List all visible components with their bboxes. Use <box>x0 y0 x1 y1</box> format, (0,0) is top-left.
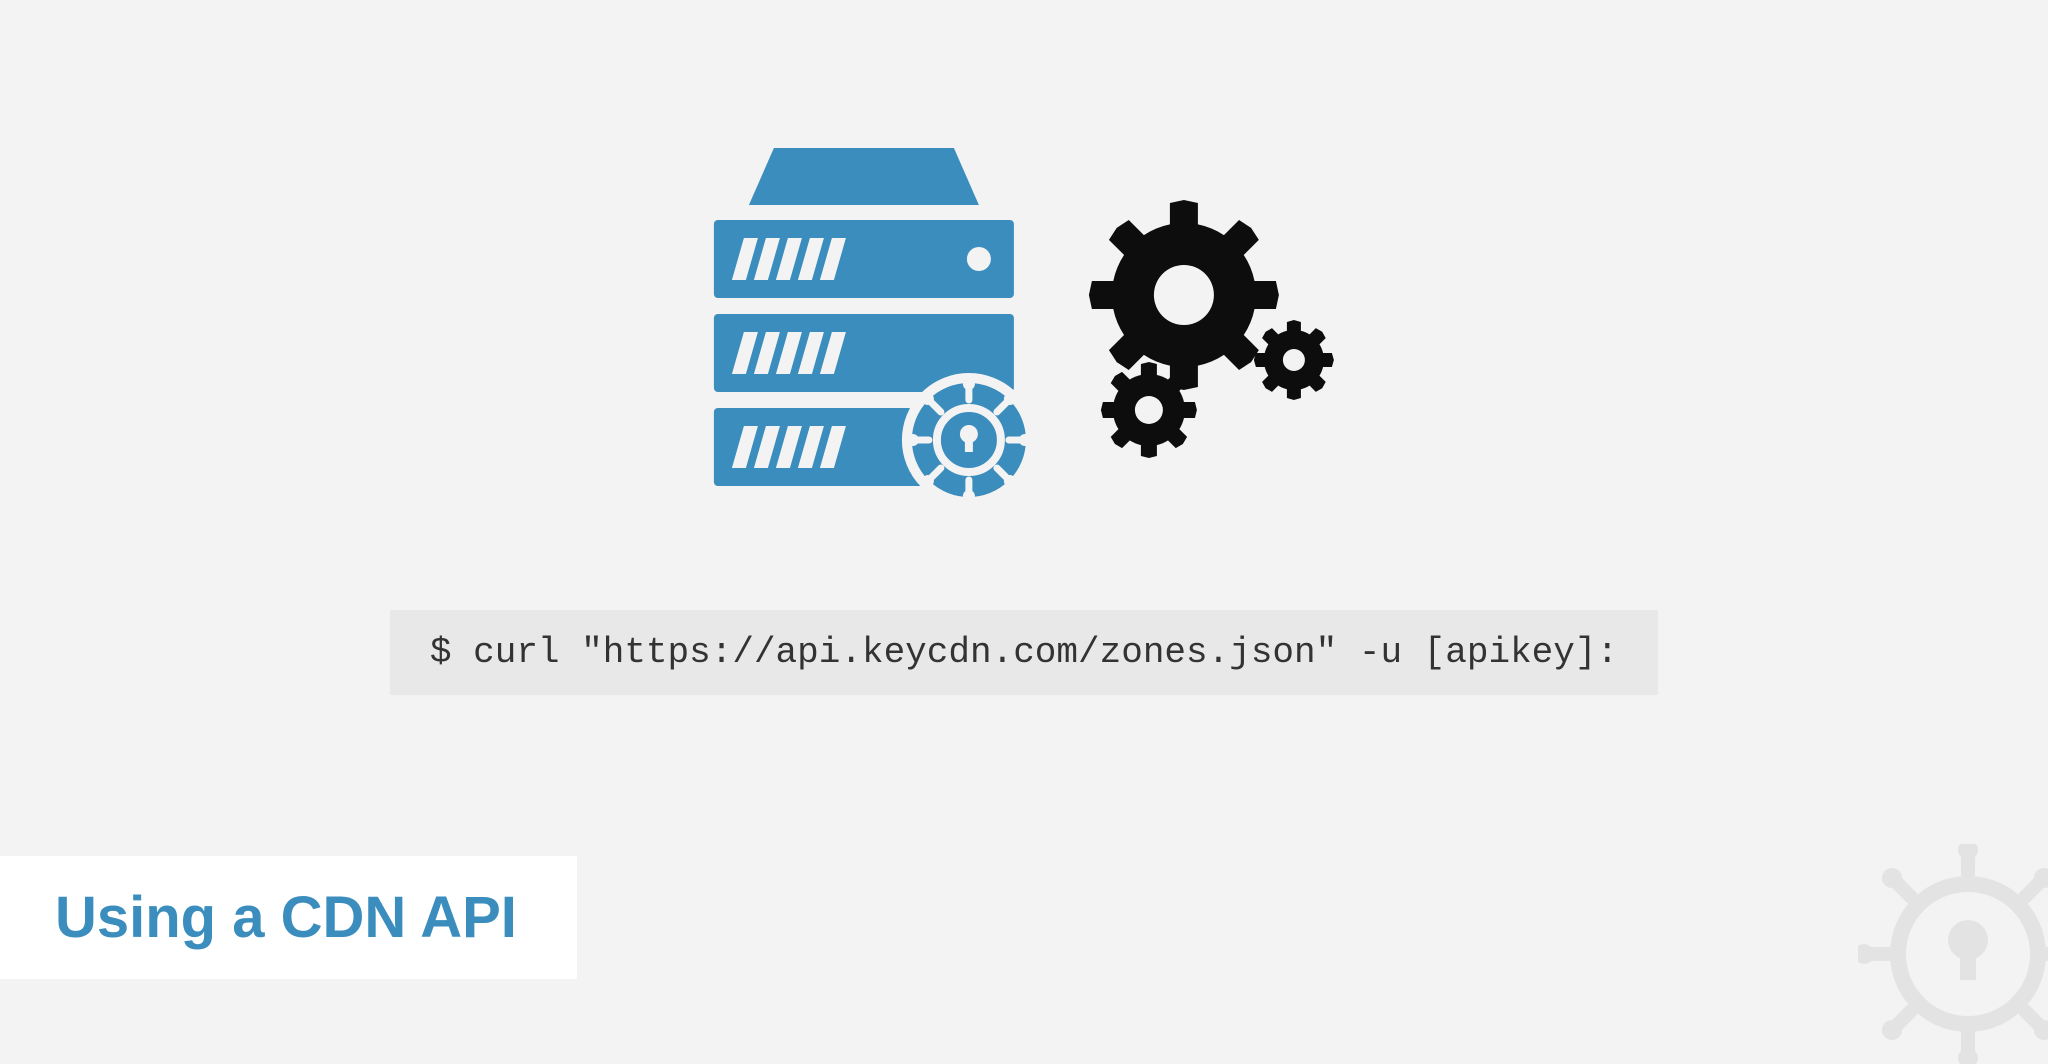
page-title: Using a CDN API <box>55 884 517 951</box>
watermark-logo-icon <box>1858 844 2048 1064</box>
code-command: $ curl "https://api.keycdn.com/zones.jso… <box>390 610 1658 695</box>
gears-icon <box>1074 185 1354 465</box>
title-card: Using a CDN API <box>0 856 577 979</box>
server-icon <box>694 140 1034 510</box>
main-content: $ curl "https://api.keycdn.com/zones.jso… <box>390 140 1658 695</box>
icons-row <box>694 140 1354 510</box>
